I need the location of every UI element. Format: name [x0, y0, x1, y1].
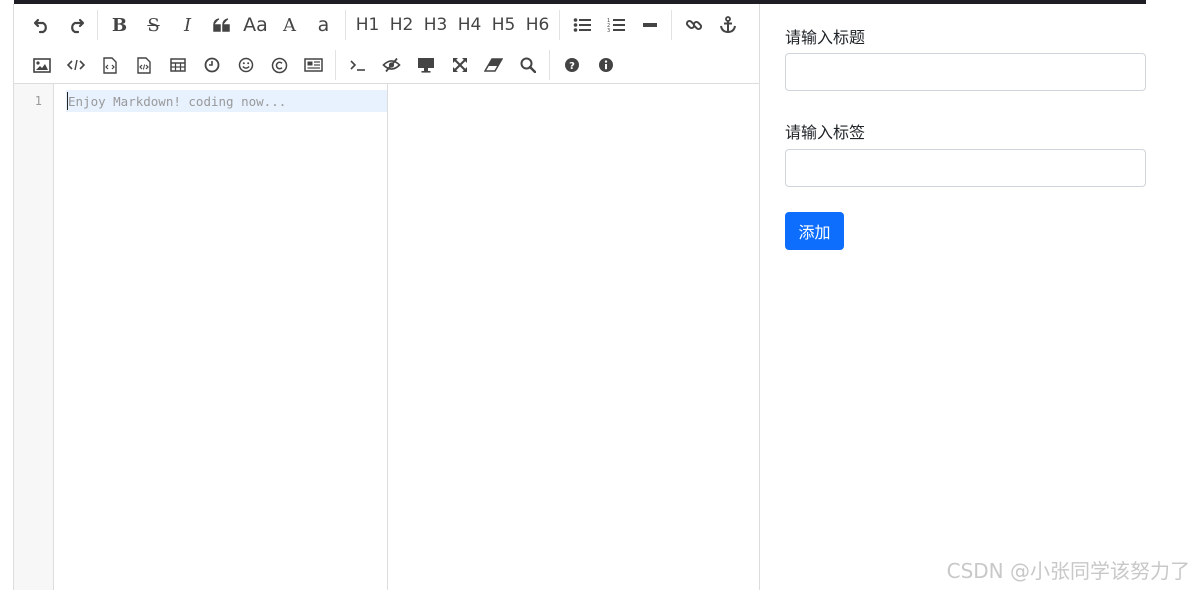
svg-text:3: 3: [607, 28, 610, 33]
anchor-icon[interactable]: [712, 10, 743, 40]
list-ul-icon[interactable]: [566, 10, 597, 40]
tags-input[interactable]: [785, 149, 1146, 187]
tags-label: 请输入标签: [785, 123, 866, 142]
markdown-preview: [388, 84, 759, 590]
markdown-input[interactable]: Enjoy Markdown! coding now...: [54, 84, 388, 590]
file-code-icon[interactable]: [94, 50, 125, 80]
terminal-icon[interactable]: [342, 50, 373, 80]
quote-icon[interactable]: [206, 10, 237, 40]
line-number: 1: [34, 94, 42, 108]
toolbar-separator: [335, 50, 336, 80]
h5-button[interactable]: H5: [488, 10, 519, 40]
desktop-icon[interactable]: [410, 50, 441, 80]
strikethrough-button[interactable]: S: [138, 10, 169, 40]
toolbar-separator: [671, 10, 672, 40]
toolbar-row-1: B S I Aa A a H1 H2 H3 H4 H5 H6 123: [26, 7, 746, 43]
title-input[interactable]: [785, 53, 1146, 91]
h2-button[interactable]: H2: [386, 10, 417, 40]
toolbar-row-2: ?: [26, 47, 624, 83]
uppercase-words-button[interactable]: Aa: [240, 10, 271, 40]
markdown-editor: B S I Aa A a H1 H2 H3 H4 H5 H6 123 ? 1 E…: [13, 4, 760, 590]
image-icon[interactable]: [26, 50, 57, 80]
undo-icon[interactable]: [26, 10, 57, 40]
smile-icon[interactable]: [230, 50, 261, 80]
bold-button[interactable]: B: [104, 10, 135, 40]
line-gutter: 1: [14, 84, 54, 590]
editor-toolbar: B S I Aa A a H1 H2 H3 H4 H5 H6 123 ?: [14, 4, 759, 84]
add-button[interactable]: 添加: [785, 212, 844, 250]
editor-placeholder: Enjoy Markdown! coding now...: [68, 94, 287, 109]
search-icon[interactable]: [512, 50, 543, 80]
svg-text:?: ?: [569, 61, 575, 72]
toolbar-separator: [345, 10, 346, 40]
h6-button[interactable]: H6: [522, 10, 553, 40]
toolbar-separator: [559, 10, 560, 40]
info-circle-icon[interactable]: [590, 50, 621, 80]
h1-button[interactable]: H1: [352, 10, 383, 40]
expand-icon[interactable]: [444, 50, 475, 80]
code-icon[interactable]: [60, 50, 91, 80]
h4-button[interactable]: H4: [454, 10, 485, 40]
lowercase-button[interactable]: a: [308, 10, 339, 40]
clock-icon[interactable]: [196, 50, 227, 80]
text-cursor: [67, 92, 68, 110]
redo-icon[interactable]: [60, 10, 91, 40]
eraser-icon[interactable]: [478, 50, 509, 80]
table-icon[interactable]: [162, 50, 193, 80]
italic-label: I: [183, 14, 192, 36]
question-circle-icon[interactable]: ?: [556, 50, 587, 80]
toolbar-separator: [97, 10, 98, 40]
h3-button[interactable]: H3: [420, 10, 451, 40]
toolbar-separator: [549, 50, 550, 80]
italic-button[interactable]: I: [172, 10, 203, 40]
watermark: CSDN @小张同学该努力了: [946, 559, 1190, 583]
uppercase-button[interactable]: A: [274, 10, 305, 40]
strikethrough-label: S: [147, 14, 160, 36]
link-icon[interactable]: [678, 10, 709, 40]
newspaper-icon[interactable]: [298, 50, 329, 80]
minus-icon[interactable]: [634, 10, 665, 40]
copyright-icon[interactable]: [264, 50, 295, 80]
eye-slash-icon[interactable]: [376, 50, 407, 80]
title-label: 请输入标题: [785, 28, 866, 47]
list-ol-icon[interactable]: 123: [600, 10, 631, 40]
file-code-icon[interactable]: [128, 50, 159, 80]
